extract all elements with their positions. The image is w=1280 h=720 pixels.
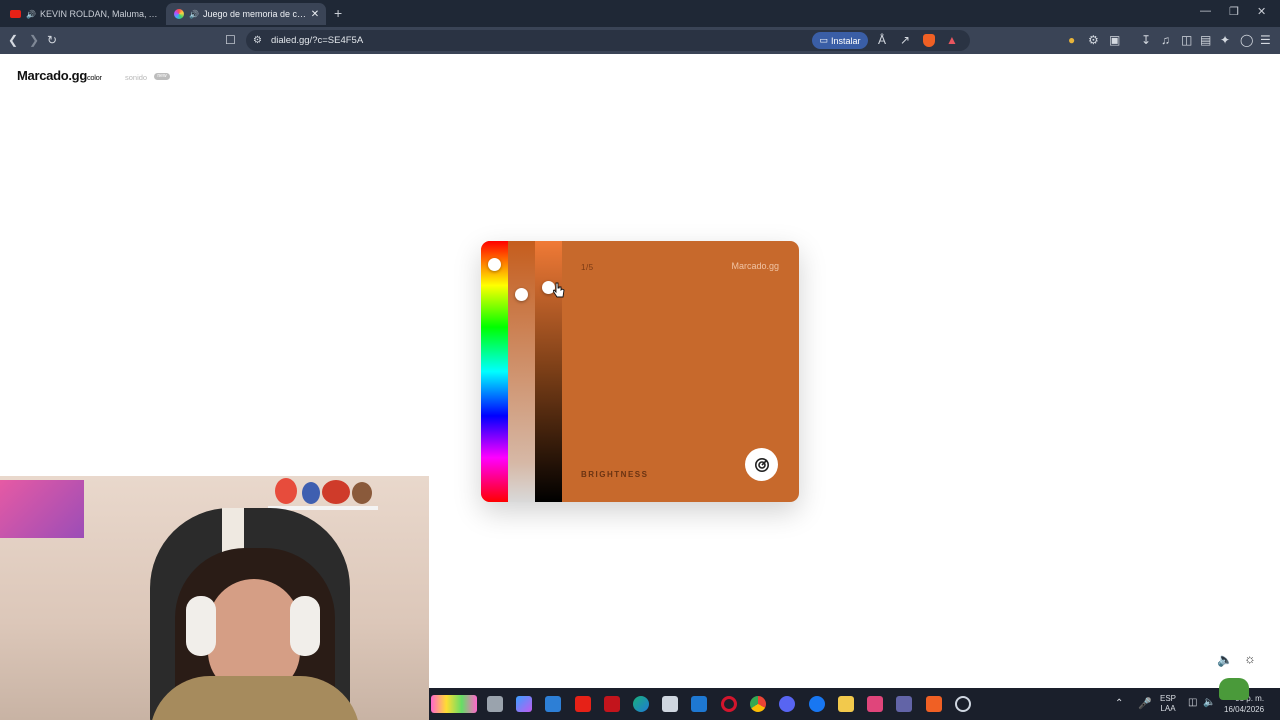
- card-brand: Marcado.gg: [731, 261, 779, 271]
- brand-suffix: color: [86, 73, 102, 82]
- facebook-icon[interactable]: [809, 696, 825, 712]
- brightness-icon[interactable]: ☼: [1244, 651, 1256, 666]
- lang-bottom: LAA: [1160, 704, 1176, 713]
- clock-date: 16/04/2026: [1224, 705, 1265, 714]
- extensions-icon[interactable]: ⚙: [1088, 33, 1099, 47]
- download-icon[interactable]: ↧: [1141, 33, 1151, 47]
- extension-color-icon[interactable]: ●: [1068, 33, 1075, 47]
- pepe-sticker-icon: [1219, 678, 1249, 700]
- plush-toy: [302, 482, 320, 504]
- round-counter: 1/5: [581, 263, 594, 272]
- new-tab-icon[interactable]: +: [334, 5, 342, 21]
- volume-icon[interactable]: 🔈: [1217, 652, 1233, 668]
- share-icon[interactable]: ↗: [900, 33, 910, 47]
- tray-expand-icon[interactable]: ⌃: [1115, 698, 1123, 709]
- bookmark-icon[interactable]: ☐: [225, 33, 236, 47]
- microphone-icon[interactable]: 🎤: [1138, 697, 1152, 710]
- restore-icon[interactable]: ❐: [1229, 5, 1239, 18]
- youtube-icon: [10, 10, 21, 18]
- install-button[interactable]: ▭ Instalar: [812, 32, 868, 49]
- copilot-icon[interactable]: [516, 696, 532, 712]
- network-icon[interactable]: ◫: [1188, 697, 1197, 708]
- webcam-overlay: [0, 476, 429, 720]
- menu-icon[interactable]: ☰: [1260, 33, 1271, 47]
- edge-icon[interactable]: [633, 696, 649, 712]
- teams-icon[interactable]: [896, 696, 912, 712]
- address-bar[interactable]: ⚙ dialed.gg/?c=SE4F5A ▭ Instalar Å ↗ ▲: [246, 30, 970, 51]
- brave-rewards-icon[interactable]: ▲: [946, 33, 958, 47]
- language-indicator[interactable]: ESP LAA: [1160, 694, 1176, 714]
- hue-slider-handle[interactable]: [488, 258, 501, 271]
- wall-poster: [0, 480, 84, 538]
- onenote-icon[interactable]: [867, 696, 883, 712]
- saturation-slider[interactable]: [508, 241, 535, 502]
- hue-slider[interactable]: [481, 241, 508, 502]
- store-icon[interactable]: [545, 696, 561, 712]
- speaker-tray-icon[interactable]: 🔈: [1203, 697, 1215, 708]
- submit-guess-button[interactable]: [745, 448, 778, 481]
- sidebar-icon[interactable]: ◫: [1181, 33, 1192, 47]
- forward-icon[interactable]: ❯: [29, 33, 39, 47]
- widgets-icon[interactable]: [431, 695, 477, 713]
- youtube-app-icon[interactable]: [575, 696, 591, 712]
- url-text: dialed.gg/?c=SE4F5A: [271, 35, 364, 46]
- reload-icon[interactable]: ↻: [47, 33, 57, 47]
- tab-title: Juego de memoria de colores: [202, 9, 308, 19]
- lang-top: ESP: [1160, 694, 1177, 703]
- close-tab-icon[interactable]: ✕: [308, 9, 322, 20]
- hand-cursor-icon: [553, 282, 565, 298]
- plush-toy: [322, 480, 350, 504]
- site-info-icon[interactable]: ⚙: [253, 34, 262, 48]
- windows-taskbar: ⌃ 🎤 ESP LAA ◫ 🔈 08 p. m. 16/04/2026: [429, 678, 1280, 720]
- saturation-slider-handle[interactable]: [515, 288, 528, 301]
- slider-mode-label: BRIGHTNESS: [581, 470, 649, 479]
- person-body: [150, 676, 360, 720]
- opera-icon[interactable]: [721, 696, 737, 712]
- headphones-icon: [290, 596, 320, 656]
- netflix-icon[interactable]: [604, 696, 620, 712]
- obs-icon[interactable]: [955, 696, 971, 712]
- screenshot-icon[interactable]: ▣: [1109, 33, 1120, 47]
- tab-title: KEVIN ROLDAN, Maluma, Andy R: [39, 9, 162, 19]
- brave-app-icon[interactable]: [926, 696, 942, 712]
- target-icon: [754, 457, 769, 472]
- pen-app-icon[interactable]: [662, 696, 678, 712]
- new-badge: new: [154, 73, 170, 80]
- headphones-icon: [186, 596, 216, 656]
- leo-ai-icon[interactable]: ✦: [1220, 33, 1230, 47]
- wallet-icon[interactable]: ▤: [1200, 33, 1211, 47]
- vpn-shield-icon[interactable]: ◯: [1240, 33, 1253, 47]
- browser-toolbar: ❮ ❯ ↻ ☐ ⚙ dialed.gg/?c=SE4F5A ▭ Instalar…: [0, 27, 1280, 54]
- minimize-icon[interactable]: —: [1200, 5, 1211, 17]
- plush-toy: [275, 478, 297, 504]
- file-explorer-icon[interactable]: [838, 696, 854, 712]
- speaker-icon[interactable]: 🔊: [189, 10, 199, 19]
- tab-music-video[interactable]: 🔊 KEVIN ROLDAN, Maluma, Andy R: [4, 3, 162, 25]
- plush-toy: [352, 482, 372, 504]
- sound-toggle-label[interactable]: sonido: [125, 73, 147, 82]
- browser-tabbar: 🔊 KEVIN ROLDAN, Maluma, Andy R 🔊 Juego d…: [0, 0, 1280, 27]
- install-label: Instalar: [831, 35, 861, 46]
- chrome-icon[interactable]: [750, 696, 766, 712]
- site-logo[interactable]: Marcado.ggcolor: [17, 68, 102, 83]
- close-window-icon[interactable]: ✕: [1257, 5, 1266, 18]
- brave-shields-icon[interactable]: [923, 34, 935, 47]
- mail-icon[interactable]: [691, 696, 707, 712]
- speaker-icon[interactable]: 🔊: [26, 10, 36, 19]
- tab-color-game[interactable]: 🔊 Juego de memoria de colores ✕: [166, 3, 326, 25]
- media-icon[interactable]: ♫: [1161, 33, 1170, 47]
- discord-icon[interactable]: [779, 696, 795, 712]
- translate-icon[interactable]: Å: [878, 33, 886, 47]
- brightness-slider[interactable]: [535, 241, 562, 502]
- back-icon[interactable]: ❮: [8, 33, 18, 47]
- task-view-icon[interactable]: [487, 696, 503, 712]
- brand-name: Marcado.gg: [17, 68, 87, 83]
- color-wheel-icon: [174, 9, 184, 19]
- monitor-icon: ▭: [819, 35, 828, 45]
- color-game-card: 1/5 Marcado.gg BRIGHTNESS: [481, 241, 799, 502]
